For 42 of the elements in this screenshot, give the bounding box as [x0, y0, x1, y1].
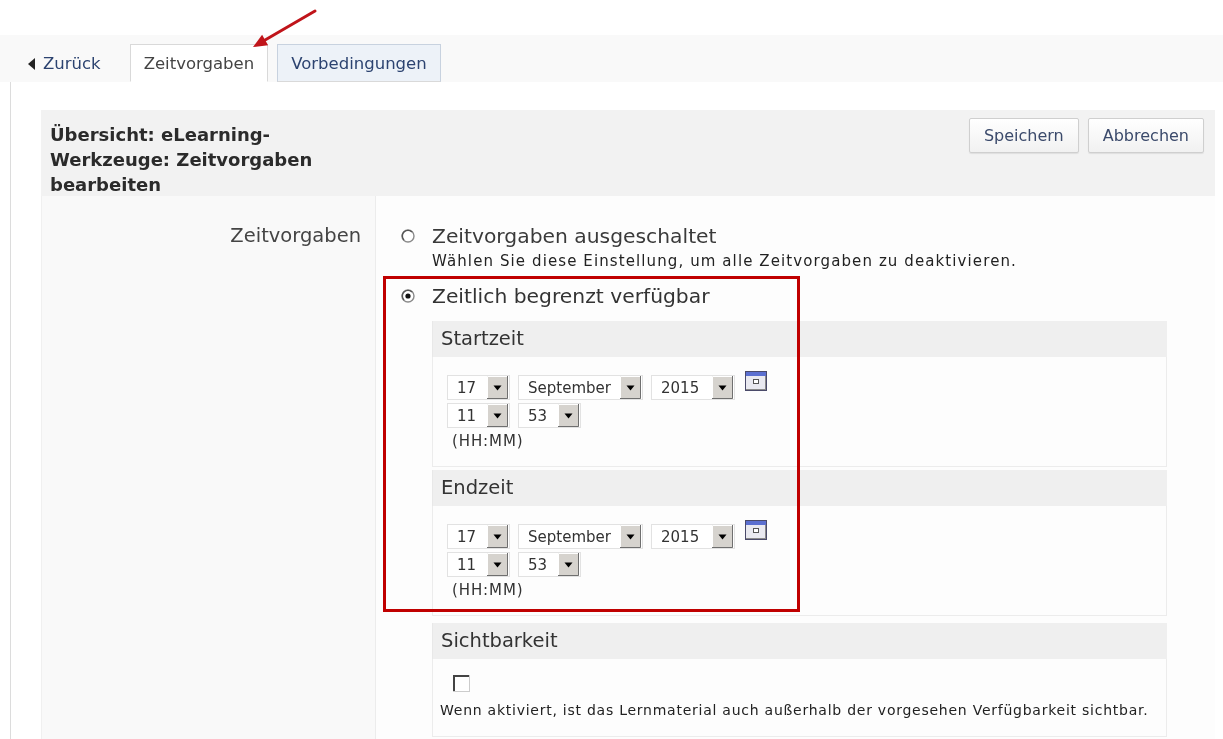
section-title: Startzeit [432, 321, 1167, 357]
dropdown[interactable]: 2015 [651, 375, 735, 400]
caret-down-icon[interactable] [487, 376, 508, 399]
caret-down-icon[interactable] [712, 376, 733, 399]
caret-down-icon[interactable] [712, 525, 733, 548]
dropdown[interactable]: 17 [447, 524, 510, 549]
page-title: Übersicht: eLearning-Werkzeuge: Zeitvorgaben bearbeiten [50, 123, 314, 197]
calendar-icon[interactable] [745, 520, 767, 540]
section-title: Sichtbarkeit [432, 623, 1167, 659]
caret-down-icon[interactable] [487, 404, 508, 427]
section-title: Endzeit [432, 470, 1167, 506]
hint-text: Wählen Sie diese Einstellung, um alle Zeitvorgaben zu deaktivieren. [432, 252, 1018, 270]
dropdown[interactable]: 11 [447, 403, 510, 428]
dropdown[interactable]: 53 [518, 403, 581, 428]
calendar-icon[interactable] [745, 371, 767, 391]
dropdown[interactable]: September [518, 375, 643, 400]
radio-button[interactable] [401, 229, 415, 243]
dropdown[interactable]: 17 [447, 375, 510, 400]
checkbox-description: Wenn aktiviert, ist das Lernmaterial auch außerhalb der vorgesehen Verfügbarkeit sichtbar. [440, 702, 1150, 718]
dropdown[interactable]: 53 [518, 552, 581, 577]
caret-left-icon [28, 57, 35, 70]
save-button[interactable]: Speichern [968, 118, 1079, 153]
cancel-button[interactable]: Abbrechen [1087, 118, 1204, 153]
dropdown[interactable]: 11 [447, 552, 510, 577]
field-label: Zeitvorgaben [230, 224, 361, 247]
back-link[interactable]: Zurück [20, 45, 115, 82]
dropdown[interactable]: 2015 [651, 524, 735, 549]
caret-down-icon[interactable] [620, 376, 641, 399]
caret-down-icon[interactable] [558, 553, 579, 576]
caret-down-icon[interactable] [620, 525, 641, 548]
tab[interactable]: Zeitvorgaben [129, 44, 269, 82]
caret-down-icon[interactable] [487, 553, 508, 576]
caret-down-icon[interactable] [558, 404, 579, 427]
radio-label[interactable]: Zeitvorgaben ausgeschaltet [432, 223, 717, 249]
format-hint: (HH:MM) [452, 433, 525, 449]
dropdown[interactable]: September [518, 524, 643, 549]
radio-button[interactable] [401, 289, 415, 303]
radio-label[interactable]: Zeitlich begrenzt verfügbar [432, 283, 710, 309]
tab[interactable]: Vorbedingungen [277, 44, 441, 82]
format-hint: (HH:MM) [452, 582, 525, 598]
checkbox[interactable] [453, 675, 470, 692]
caret-down-icon[interactable] [487, 525, 508, 548]
